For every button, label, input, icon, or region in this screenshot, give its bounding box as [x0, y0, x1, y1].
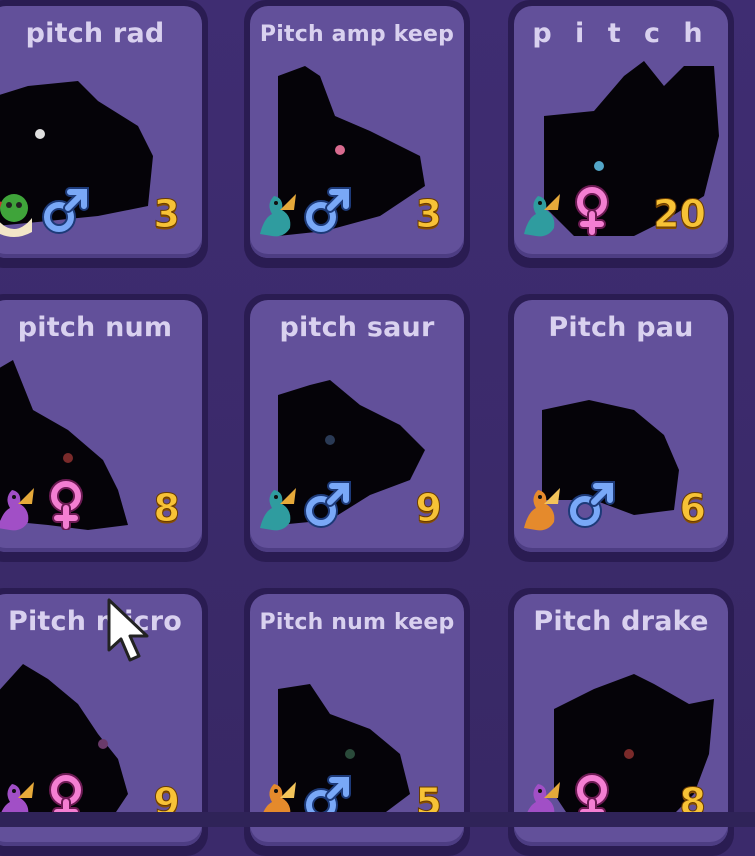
pet-name: p i t c h	[532, 18, 710, 49]
pet-name: Pitch num keep	[259, 610, 455, 635]
male-symbol-icon	[304, 187, 351, 234]
male-symbol-icon	[42, 187, 89, 234]
male-symbol-icon	[568, 481, 615, 528]
teal-dragon-pet-icon	[260, 488, 296, 531]
pet-name: pitch saur	[279, 312, 435, 343]
pet-card-body: pitch rad 3	[0, 6, 202, 258]
pet-card-body: Pitch pau 6	[514, 300, 728, 552]
pet-card-body: p i t c h 20	[514, 6, 728, 258]
pet-card-body: Pitch micro 9	[0, 594, 202, 846]
bottom-edge	[0, 812, 755, 827]
pet-card-body: pitch num 8	[0, 300, 202, 552]
pet-card-body: Pitch amp keep 3	[250, 6, 464, 258]
female-symbol-icon	[49, 479, 83, 530]
teal-dragon-pet-icon	[260, 194, 296, 237]
pet-card[interactable]: pitch num 8	[0, 294, 208, 562]
teal-dragon-pet-icon	[524, 194, 560, 237]
pet-card-body: Pitch num keep 5	[250, 594, 464, 846]
pet-name: Pitch amp keep	[259, 22, 455, 47]
pet-age: 8	[153, 486, 180, 531]
pet-age: 20	[653, 192, 707, 237]
pet-card[interactable]: pitch rad 3	[0, 0, 208, 268]
pet-card-body: Pitch drake 8	[514, 594, 728, 846]
pet-age: 9	[415, 486, 442, 531]
pet-name: Pitch drake	[533, 606, 709, 637]
male-symbol-icon	[304, 481, 351, 528]
female-symbol-icon	[575, 185, 609, 236]
pet-age: 3	[153, 192, 180, 237]
pet-age: 3	[415, 192, 442, 237]
pet-name: Pitch pau	[548, 312, 694, 343]
pet-name: pitch num	[17, 312, 173, 343]
purple-dragon-pet-icon	[0, 488, 34, 531]
pet-card-body: pitch saur 9	[250, 300, 464, 552]
pet-card[interactable]: Pitch amp keep 3	[244, 0, 470, 268]
pet-card[interactable]: Pitch pau 6	[508, 294, 734, 562]
green-baby-egg-pet-icon	[0, 194, 32, 237]
pet-name: Pitch micro	[7, 606, 183, 637]
pet-age: 6	[679, 486, 706, 531]
mouse-pointer-icon	[107, 598, 149, 662]
pet-card[interactable]: pitch saur 9	[244, 294, 470, 562]
orange-dragon-pet-icon	[524, 488, 560, 531]
pet-card[interactable]: p i t c h 20	[508, 0, 734, 268]
pet-name: pitch rad	[25, 18, 165, 49]
